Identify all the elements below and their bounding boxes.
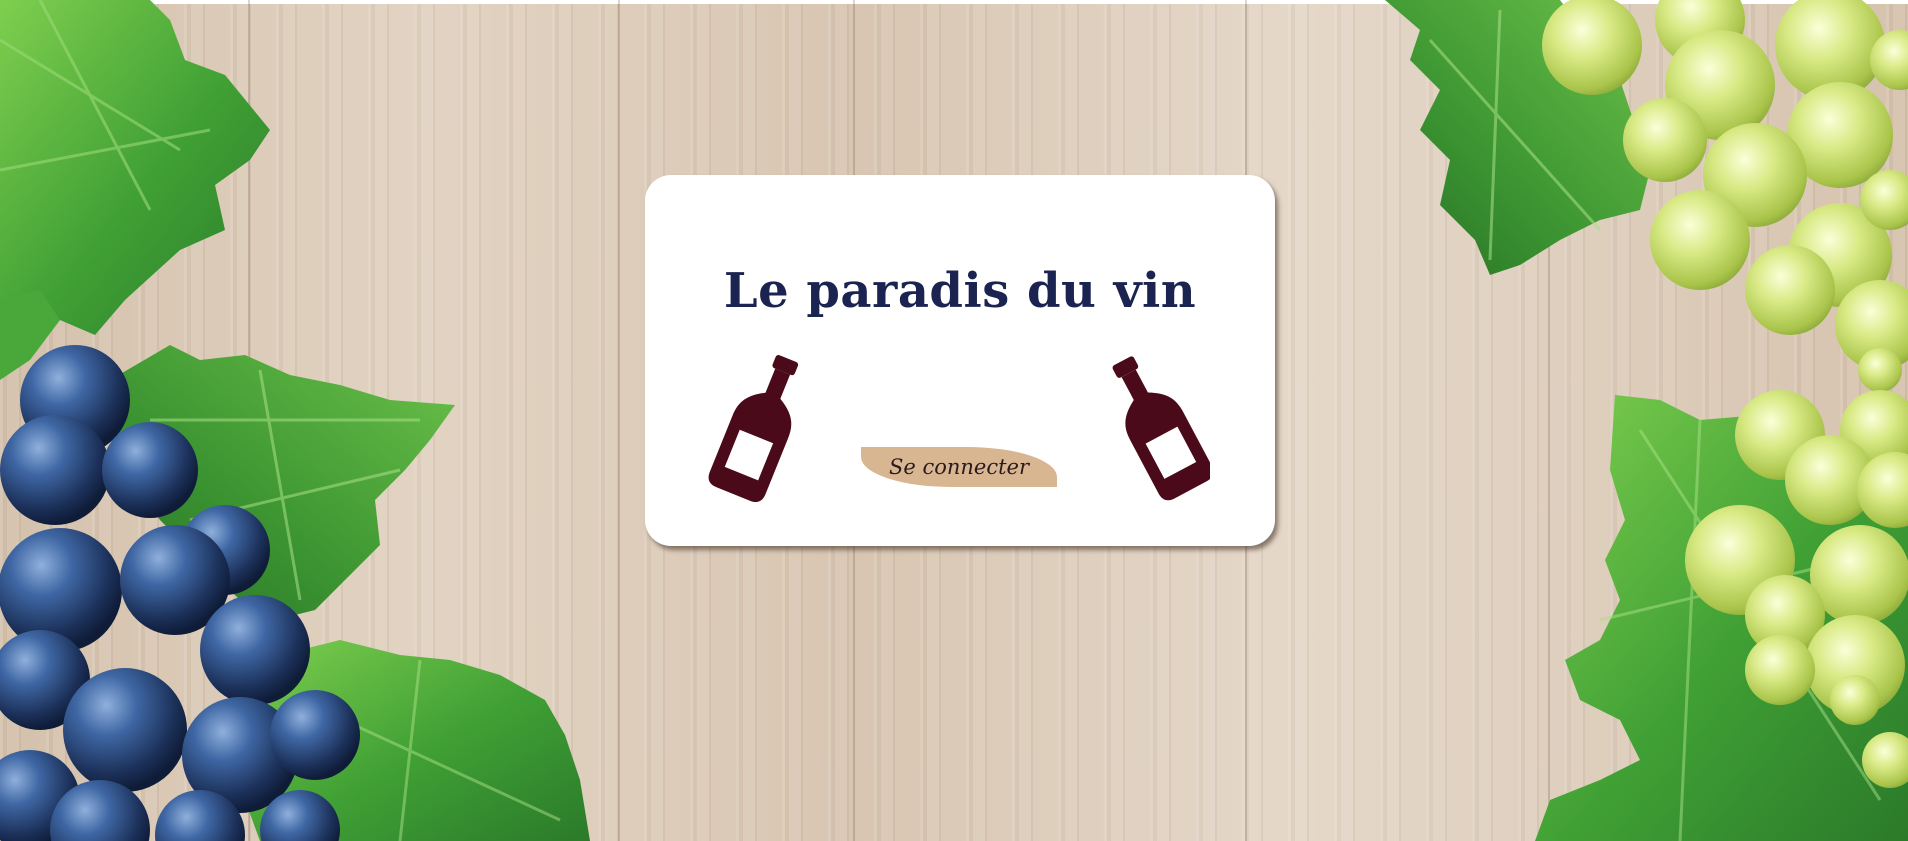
login-button[interactable]: Se connecter [861, 447, 1057, 487]
site-title: Le paradis du vin [723, 263, 1197, 319]
leaf-top-left [0, 0, 270, 340]
wine-bottle-icon [708, 355, 799, 503]
landing-page: Le paradis du vin Se connecter [0, 0, 1908, 841]
wine-bottle-icon [1112, 356, 1210, 501]
welcome-card: Le paradis du vin Se connecter [645, 175, 1275, 546]
